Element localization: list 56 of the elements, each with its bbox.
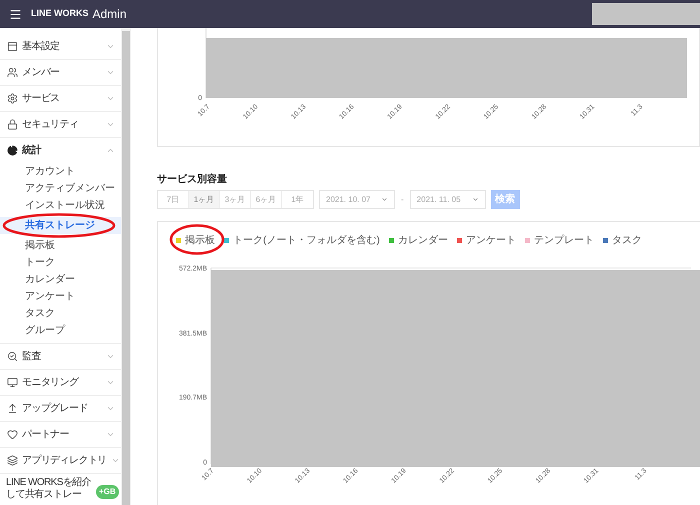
app-title: Admin — [92, 6, 127, 23]
menu-icon[interactable] — [9, 8, 22, 20]
users-icon — [7, 67, 18, 78]
heart-icon — [7, 429, 18, 440]
sidebar-subitem[interactable]: アカウント — [0, 163, 121, 180]
panel-icon — [7, 41, 18, 52]
chevron-icon — [106, 404, 115, 413]
sidebar-item[interactable]: モニタリング — [0, 370, 121, 395]
legend-label: トーク(ノート・フォルダを含む) — [233, 234, 380, 248]
section-title: サービス別容量 — [157, 173, 228, 186]
sidebar-item[interactable]: 統計 — [0, 138, 121, 163]
chevron-icon — [110, 456, 120, 465]
upload-icon — [7, 403, 18, 414]
chevron-icon — [106, 120, 115, 129]
chevron-icon — [106, 42, 115, 51]
range-separator: - — [401, 194, 404, 206]
brand-logo: LINE WORKS — [31, 7, 88, 20]
promo-text: LINE WORKSを紹介して共有ストレー — [6, 477, 92, 501]
legend-label: カレンダー — [398, 234, 448, 248]
sidebar-subitem[interactable]: カレンダー — [0, 271, 121, 288]
legend-label: アンケート — [466, 234, 516, 248]
highlight-ellipse — [170, 224, 224, 255]
sidebar-subitem[interactable]: アンケート — [0, 288, 121, 305]
caret-icon — [472, 196, 479, 203]
layers-icon — [7, 455, 18, 466]
pie-chart-icon — [7, 145, 18, 156]
settings-icon — [7, 93, 18, 104]
chevron-icon — [106, 68, 115, 77]
sidebar-item[interactable]: セキュリティ — [0, 112, 121, 137]
chevron-icon — [106, 378, 115, 387]
sidebar-item[interactable]: 基本設定 — [0, 34, 121, 59]
legend-label: 掲示板 — [185, 234, 216, 248]
caret-icon — [381, 196, 388, 203]
sidebar-subitem[interactable]: 掲示板 — [0, 237, 121, 254]
sidebar-subitem[interactable]: タスク — [0, 305, 121, 322]
lock-icon — [7, 119, 18, 130]
monitor-icon — [7, 377, 18, 388]
storage-badge: +GB — [96, 485, 119, 499]
sidebar-item[interactable]: メンバー — [0, 60, 121, 85]
legend-label: テンプレート — [534, 234, 594, 248]
sidebar-item[interactable]: サービス — [0, 86, 121, 111]
chevron-icon — [106, 94, 115, 103]
scrollbar-thumb[interactable] — [122, 31, 130, 505]
sidebar-item[interactable]: 監査 — [0, 344, 121, 369]
search-icon — [7, 351, 18, 362]
legend-label: タスク — [612, 234, 642, 248]
sidebar-subitem[interactable]: トーク — [0, 254, 121, 271]
sidebar-subitem[interactable]: グループ — [0, 322, 121, 339]
sidebar-item[interactable]: パートナー — [0, 422, 121, 447]
sidebar-subitem[interactable]: アクティブメンバー — [0, 180, 121, 197]
sidebar-subitem[interactable]: インストール状況 — [0, 197, 121, 214]
chevron-icon — [106, 430, 115, 439]
chevron-icon — [106, 352, 115, 361]
sidebar-item[interactable]: アプリディレクトリ — [0, 448, 121, 473]
sidebar-item[interactable]: アップグレード — [0, 396, 121, 421]
chevron-icon — [106, 146, 115, 155]
